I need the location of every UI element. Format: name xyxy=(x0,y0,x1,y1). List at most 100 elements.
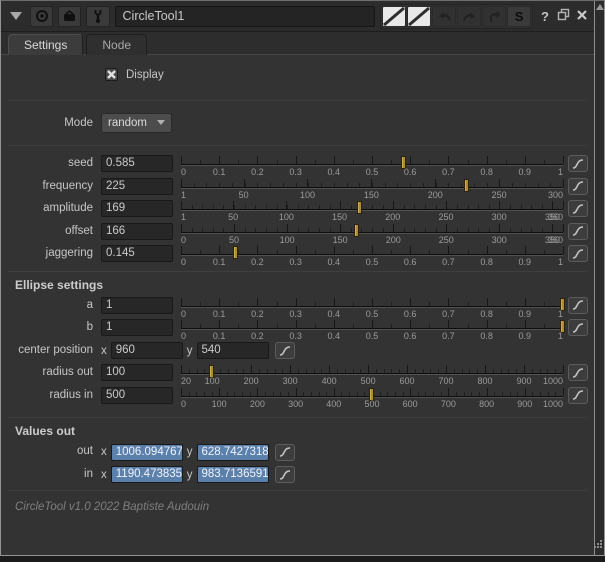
tab-node-label: Node xyxy=(102,38,131,52)
slider-tick-label: 0.3 xyxy=(289,257,302,267)
gl-color-button[interactable] xyxy=(407,6,431,27)
slider-major-tick xyxy=(393,201,394,209)
redo-button[interactable] xyxy=(457,6,481,27)
param-label: radius in xyxy=(1,385,101,408)
slider-major-tick xyxy=(525,156,526,164)
noise-params-group: seed0.58500.10.20.30.40.50.60.70.80.91fr… xyxy=(1,146,594,266)
slider[interactable]: 01002003004005006007008009001000 xyxy=(181,385,563,408)
tab-node[interactable]: Node xyxy=(86,34,147,55)
footer-credit: CircleTool v1.0 2022 Baptiste Audouin xyxy=(15,501,594,513)
mode-dropdown-value: random xyxy=(108,117,147,129)
revert-button[interactable] xyxy=(482,6,506,27)
slider-tick-label: 1 xyxy=(558,257,563,267)
script-button[interactable]: S xyxy=(507,6,531,27)
curve-button[interactable] xyxy=(568,155,588,172)
color-swatch-icon xyxy=(408,7,430,26)
curve-button[interactable] xyxy=(568,297,588,314)
slider[interactable]: 00.10.20.30.40.50.60.70.80.91 xyxy=(181,317,563,340)
slider-major-tick xyxy=(219,246,220,254)
number-input[interactable]: 500 xyxy=(101,387,173,404)
number-input[interactable]: 1006.094767 xyxy=(111,444,183,461)
title-bar: S ? xyxy=(1,1,594,32)
slider[interactable]: 00.10.20.30.40.50.60.70.80.91 xyxy=(181,243,563,266)
curve-button[interactable] xyxy=(275,466,295,483)
number-input[interactable]: 1 xyxy=(101,297,173,314)
slider-handle[interactable] xyxy=(357,201,362,214)
resize-grip[interactable] xyxy=(593,536,603,554)
number-input[interactable]: 0.585 xyxy=(101,155,173,172)
number-input[interactable]: 960 xyxy=(111,342,183,359)
slider[interactable]: 00.10.20.30.40.50.60.70.80.91 xyxy=(181,295,563,318)
curve-button[interactable] xyxy=(568,245,588,262)
curve-icon xyxy=(571,225,585,237)
slider-handle[interactable] xyxy=(233,246,238,259)
slider-major-tick xyxy=(181,224,182,232)
postage-stamp-button[interactable] xyxy=(58,6,81,27)
float-window-button[interactable] xyxy=(557,8,570,24)
number-input[interactable]: 1 xyxy=(101,319,173,336)
slider-major-tick xyxy=(219,320,220,328)
number-input[interactable]: 540 xyxy=(197,342,269,359)
slider-tick-label: 0.7 xyxy=(442,331,455,341)
param-label: b xyxy=(1,317,101,340)
display-checkbox[interactable] xyxy=(105,68,118,81)
slider-major-tick xyxy=(334,320,335,328)
display-row: Display xyxy=(105,67,594,82)
number-input[interactable]: 166 xyxy=(101,223,173,240)
number-input[interactable]: 983.7136591 xyxy=(197,466,269,483)
scrollbar-track[interactable] xyxy=(594,1,604,555)
slider-major-tick xyxy=(257,298,258,306)
curve-icon xyxy=(571,203,585,215)
slider-tick-label: 500 xyxy=(364,399,379,409)
undo-button[interactable] xyxy=(432,6,456,27)
slider[interactable]: 150100150200250300350360 xyxy=(181,198,563,221)
node-color-button[interactable] xyxy=(382,6,406,27)
number-input[interactable]: 0.145 xyxy=(101,245,173,262)
param-label: radius out xyxy=(1,362,101,385)
slider-major-tick xyxy=(181,365,182,373)
slider[interactable]: 150100150200250300 xyxy=(181,176,563,199)
center-in-node-graph-button[interactable] xyxy=(30,6,53,27)
slider-tick-label: 0.2 xyxy=(251,257,264,267)
slider-major-tick xyxy=(219,388,220,396)
slider-major-tick xyxy=(290,365,291,373)
scroll-up-icon[interactable] xyxy=(596,4,604,10)
curve-button[interactable] xyxy=(568,223,588,240)
close-button[interactable] xyxy=(576,9,588,24)
slider-handle[interactable] xyxy=(354,224,359,237)
node-settings-button[interactable] xyxy=(86,6,109,27)
curve-button[interactable] xyxy=(568,319,588,336)
slider-groove xyxy=(181,209,563,211)
curve-button[interactable] xyxy=(568,364,588,381)
slider-major-tick xyxy=(487,156,488,164)
number-input[interactable]: 169 xyxy=(101,200,173,217)
slider[interactable]: 201002003004005006007008009001000 xyxy=(181,362,563,385)
slider-tick-label: 0.8 xyxy=(480,331,493,341)
slider-major-tick xyxy=(340,201,341,209)
slider-tick-label: 0.8 xyxy=(480,257,493,267)
tab-settings[interactable]: Settings xyxy=(8,34,83,55)
slider-major-tick xyxy=(552,224,553,232)
number-input[interactable]: 1190.473835 xyxy=(111,466,183,483)
mode-dropdown[interactable]: random xyxy=(101,113,172,133)
slider-major-tick xyxy=(525,320,526,328)
param-row: amplitude169150100150200250300350360 xyxy=(1,198,594,221)
number-input[interactable]: 628.7427318 xyxy=(197,444,269,461)
slider-major-tick xyxy=(296,298,297,306)
slider[interactable]: 00.10.20.30.40.50.60.70.80.91 xyxy=(181,153,563,176)
node-name-input[interactable] xyxy=(115,6,376,27)
panel-menu-icon[interactable] xyxy=(10,12,22,20)
curve-button[interactable] xyxy=(275,342,295,359)
number-input[interactable]: 225 xyxy=(101,178,173,195)
curve-button[interactable] xyxy=(568,200,588,217)
slider-handle[interactable] xyxy=(464,179,469,192)
slider[interactable]: 050100150200250300350360 xyxy=(181,221,563,244)
x-axis-label: x xyxy=(101,345,107,357)
number-input[interactable]: 100 xyxy=(101,364,173,381)
tab-bar: Settings Node xyxy=(1,32,594,55)
help-button[interactable]: ? xyxy=(539,9,551,24)
curve-button[interactable] xyxy=(568,387,588,404)
curve-button[interactable] xyxy=(275,444,295,461)
curve-button[interactable] xyxy=(568,178,588,195)
slider-major-tick xyxy=(410,156,411,164)
